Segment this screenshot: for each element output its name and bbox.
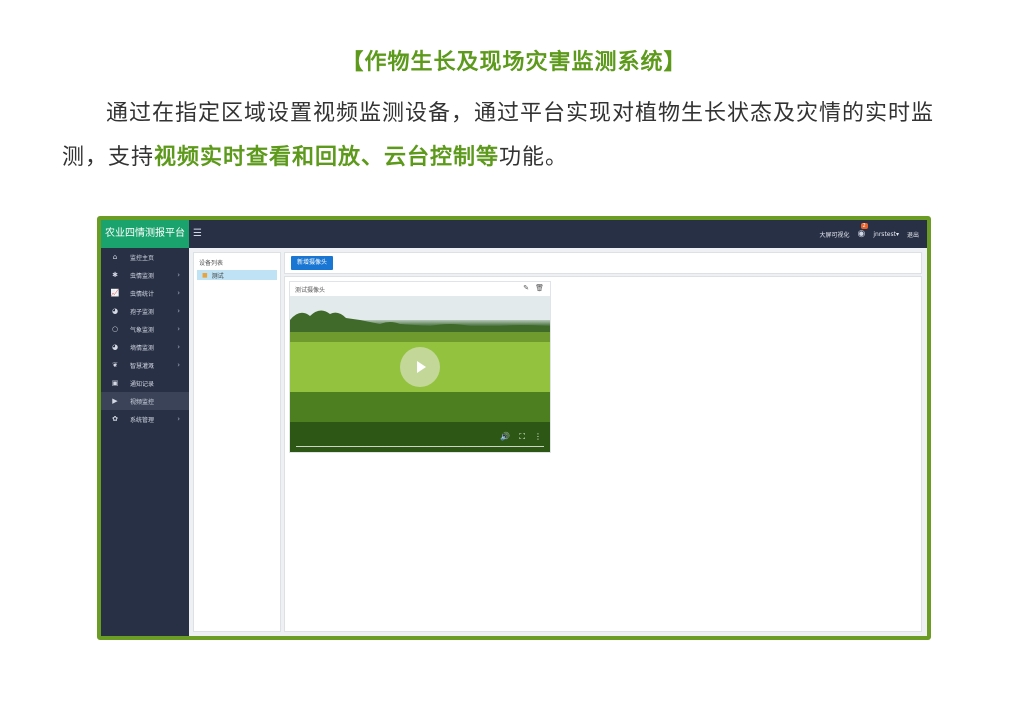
app-brand: 农业四情测报平台 (101, 220, 189, 248)
sidebar-item[interactable]: 📈 虫情统计 › (101, 284, 189, 302)
camera-card-header: 测试摄像头 ✎ 🗑 (290, 282, 550, 296)
notification-badge: 2 (860, 223, 868, 229)
sidebar-item[interactable]: ❦ 智慧灌溉 › (101, 356, 189, 374)
sidebar-item[interactable]: ◕ 墒情监测 › (101, 338, 189, 356)
content-area: 设备列表 ■ 测试 新增摄像头 测试摄像头 ✎ 🗑 🔊 ⛶ ⋮ (189, 248, 927, 636)
sidebar-item-label: 气象监测 (130, 326, 155, 334)
chevron-right-icon: › (177, 361, 180, 369)
device-tree-item[interactable]: ■ 测试 (197, 270, 277, 280)
sidebar-item[interactable]: ⌂ 监控主页 (101, 248, 189, 266)
sidebar-item[interactable]: ◕ 孢子监测 › (101, 302, 189, 320)
sidebar-item-label: 系统管理 (130, 416, 155, 424)
top-right-area: 大屏可视化 ◉ 2 jnrstest▾ 退出 (820, 220, 919, 248)
sidebar-item-label: 视频监控 (130, 398, 155, 406)
sidebar-item-label: 墒情监测 (130, 344, 155, 352)
leaf-icon: ❦ (112, 361, 118, 369)
edit-icon[interactable]: ✎ (523, 284, 529, 292)
chevron-right-icon: › (177, 415, 180, 423)
video-icon: ▶ (112, 397, 118, 405)
device-list-panel: 设备列表 ■ 测试 (193, 252, 281, 632)
more-options-icon[interactable]: ⋮ (534, 432, 542, 442)
play-button[interactable] (400, 347, 440, 387)
fullscreen-icon[interactable]: ⛶ (519, 432, 525, 442)
video-controls: 🔊 ⛶ ⋮ (500, 432, 542, 442)
toolbar: 新增摄像头 (284, 252, 922, 274)
device-list-title: 设备列表 (199, 260, 224, 267)
sidebar-item-label: 智慧灌溉 (130, 362, 155, 370)
chevron-right-icon: › (177, 271, 180, 279)
sidebar-item[interactable]: ○ 气象监测 › (101, 320, 189, 338)
folder-icon: ■ (202, 271, 208, 279)
camera-card: 测试摄像头 ✎ 🗑 🔊 ⛶ ⋮ (289, 281, 551, 453)
camera-title: 测试摄像头 (295, 286, 326, 294)
bug-icon: ✱ (112, 271, 118, 279)
chevron-right-icon: › (177, 289, 180, 297)
add-camera-button[interactable]: 新增摄像头 (291, 256, 334, 270)
gear-icon: ✿ (112, 415, 118, 423)
sidebar-item[interactable]: ✿ 系统管理 › (101, 410, 189, 428)
description-paragraph: 通过在指定区域设置视频监测设备，通过平台实现对植物生长状态及灾情的实时监测，支持… (62, 92, 972, 180)
home-icon: ⌂ (112, 253, 118, 261)
sidebar-item-label: 孢子监测 (130, 308, 155, 316)
video-player[interactable]: 🔊 ⛶ ⋮ (290, 296, 550, 452)
sidebar: ⌂ 监控主页 ✱ 虫情监测 › 📈 虫情统计 › ◕ 孢子监测 › ○ 气象监测 › ◕ 墒情监测 › ❦ 智慧灌溉… (101, 248, 189, 636)
menu-toggle-icon[interactable]: ☰ (193, 228, 205, 240)
camera-tools: ✎ 🗑 (523, 284, 544, 292)
camera-grid-panel: 测试摄像头 ✎ 🗑 🔊 ⛶ ⋮ (284, 276, 922, 632)
top-bar: 农业四情测报平台 ☰ 大屏可视化 ◉ 2 jnrstest▾ 退出 (101, 220, 927, 248)
sidebar-item-label: 虫情监测 (130, 272, 155, 280)
sidebar-item-label: 监控主页 (130, 254, 155, 262)
paragraph-text-end: 功能。 (499, 145, 569, 170)
bell-icon[interactable]: ◉ 2 (858, 223, 868, 239)
drop-icon: ◕ (111, 343, 119, 351)
sidebar-item[interactable]: ✱ 虫情监测 › (101, 266, 189, 284)
sidebar-item[interactable]: ▣ 通知记录 (101, 374, 189, 392)
section-heading: 【作物生长及现场灾害监测系统】 (341, 50, 687, 75)
video-progress-bar[interactable] (296, 446, 544, 447)
chevron-right-icon: › (177, 307, 180, 315)
paragraph-highlight: 视频实时查看和回放、云台控制等 (154, 145, 500, 170)
sidebar-item-label: 虫情统计 (130, 290, 155, 298)
logout-link[interactable]: 退出 (907, 230, 919, 239)
big-screen-link[interactable]: 大屏可视化 (820, 230, 850, 239)
delete-icon[interactable]: 🗑 (535, 284, 544, 292)
device-tree-label: 测试 (211, 272, 224, 280)
circle-icon: ○ (111, 325, 119, 333)
card-icon: ▣ (111, 379, 119, 387)
chevron-right-icon: › (177, 343, 180, 351)
sidebar-item-label: 通知记录 (130, 380, 155, 388)
volume-icon[interactable]: 🔊 (500, 432, 510, 442)
chart-icon: 📈 (110, 289, 120, 297)
app-screenshot: 农业四情测报平台 ☰ 大屏可视化 ◉ 2 jnrstest▾ 退出 ⌂ 监控主页 ✱ 虫… (97, 216, 931, 640)
user-menu[interactable]: jnrstest▾ (873, 231, 899, 238)
chevron-right-icon: › (177, 325, 180, 333)
spore-icon: ◕ (111, 307, 119, 315)
sidebar-item[interactable]: ▶ 视频监控 (101, 392, 189, 410)
